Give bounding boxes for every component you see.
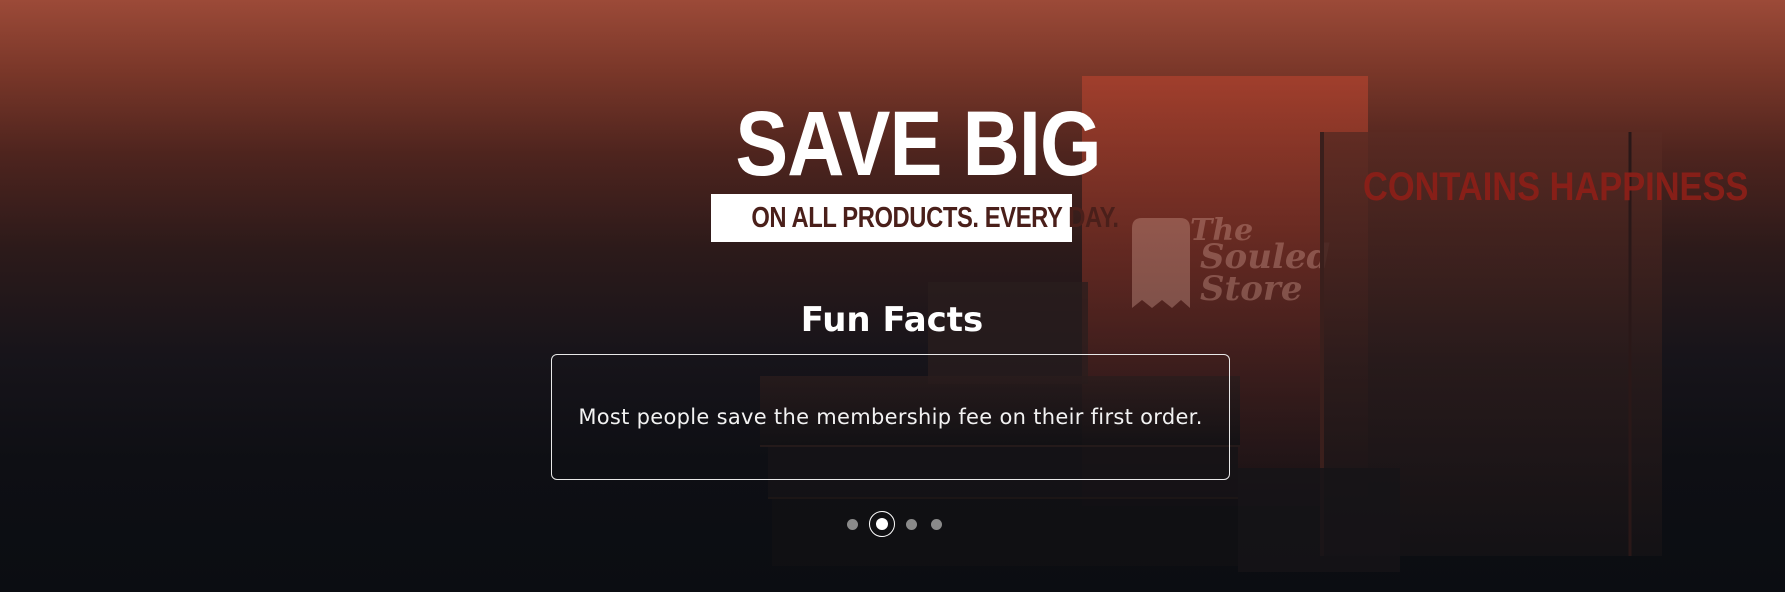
carousel-dot-3[interactable] xyxy=(906,518,917,530)
carousel-dot-1[interactable] xyxy=(847,518,858,530)
carousel-pagination xyxy=(840,510,949,538)
box-print-text: CONTAINS HAPPINESS xyxy=(1363,164,1748,209)
fun-facts-title: Fun Facts xyxy=(800,300,984,340)
small-box-front xyxy=(1238,468,1400,572)
carousel-dot-4[interactable] xyxy=(931,518,942,530)
headline-subtitle: ON ALL PRODUCTS. EVERY DAY. xyxy=(750,202,1119,234)
membership-hero-banner: The Souled Store CONTAINS HAPPINESS SAVE… xyxy=(0,0,1785,592)
brand-ghost-logo xyxy=(1132,218,1190,308)
fun-fact-card: Most people save the membership fee on t… xyxy=(551,354,1230,480)
active-dot-indicator xyxy=(876,518,888,530)
headline-subtitle-box: ON ALL PRODUCTS. EVERY DAY. xyxy=(710,194,1119,242)
carousel-dot-2-active[interactable] xyxy=(869,511,895,537)
brand-logo-store: Store xyxy=(1200,269,1302,309)
fun-fact-text: Most people save the membership fee on t… xyxy=(578,405,1203,429)
headline-save-big: SAVE BIG xyxy=(735,93,1101,195)
promo-headline: SAVE BIG ON ALL PRODUCTS. EVERY DAY. xyxy=(710,93,1119,242)
